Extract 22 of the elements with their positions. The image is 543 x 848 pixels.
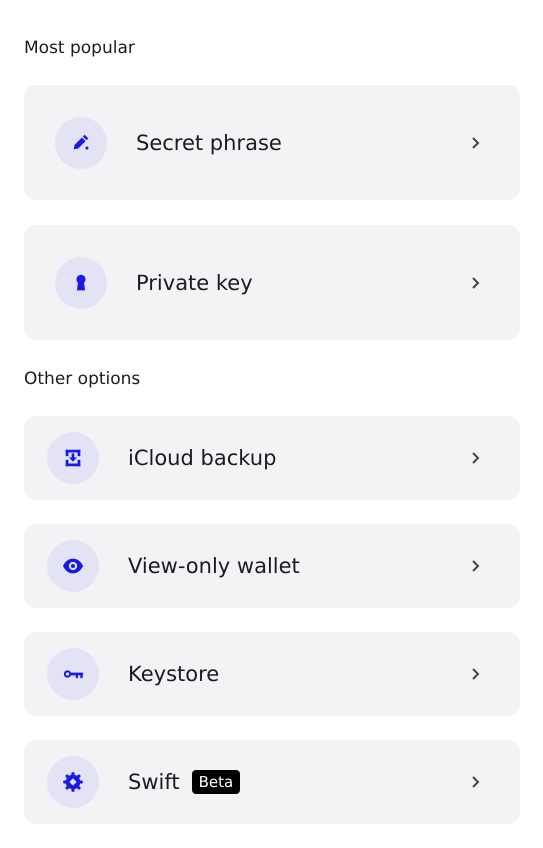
section-title: Other options [24, 368, 142, 391]
option-label: iCloud backup [128, 446, 276, 470]
option-label: Secret phrase [136, 130, 282, 154]
option-card[interactable]: Swift Beta [24, 740, 520, 824]
chevron-right-icon [470, 276, 480, 290]
option-card[interactable]: View-only wallet [24, 524, 520, 608]
option-card[interactable]: Keystore [24, 632, 520, 716]
chevron-right-icon [470, 136, 480, 150]
option-card[interactable]: iCloud backup [24, 416, 520, 500]
option-label: Private key [136, 270, 253, 294]
gear-icon [62, 771, 84, 793]
section-title: Most popular [24, 37, 136, 60]
chevron-right-icon [470, 559, 480, 573]
chevron-right-icon [470, 451, 480, 465]
option-label: Keystore [128, 662, 220, 686]
chevron-right-icon [470, 775, 480, 789]
chevron-right-icon [470, 667, 480, 681]
beta-badge: Beta [192, 770, 240, 794]
option-label: View-only wallet [128, 554, 300, 578]
option-card[interactable]: Private key [24, 225, 520, 340]
option-card[interactable]: Secret phrase [24, 85, 520, 200]
option-label: Swift [128, 770, 180, 794]
